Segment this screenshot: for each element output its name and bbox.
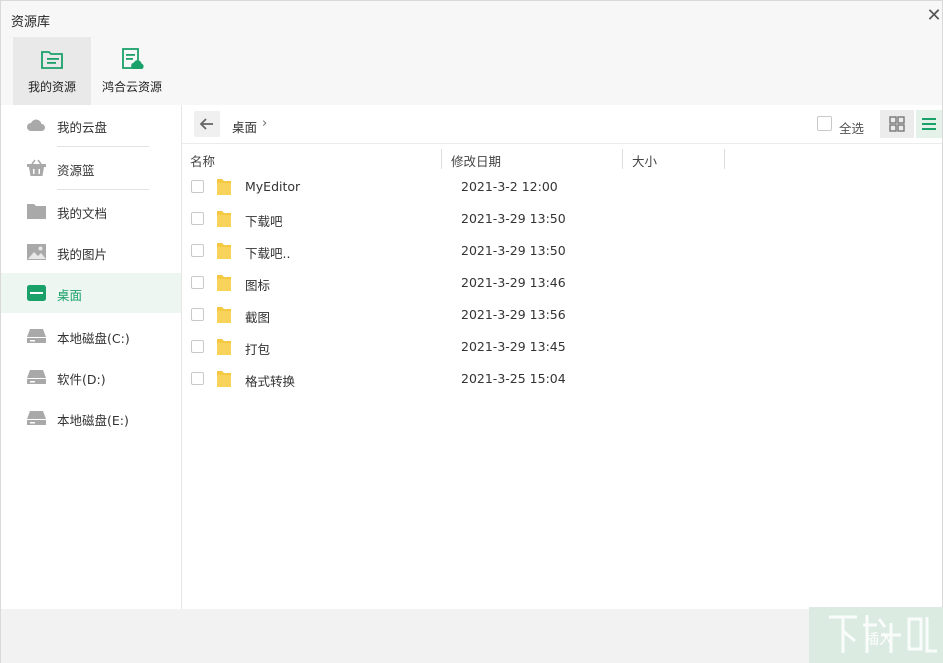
sidebar-item-cloud-disk[interactable]: 我的云盘 <box>1 105 181 145</box>
column-resizer[interactable] <box>724 149 725 169</box>
window-title: 资源库 <box>11 15 51 30</box>
table-row[interactable]: MyEditor 2021-3-2 12:00 <box>182 171 942 203</box>
row-checkbox[interactable] <box>191 276 204 289</box>
tab-honghe-cloud-label: 鸿合云资源 <box>101 80 162 94</box>
file-toolbar: 桌面 › 全选 <box>182 105 942 144</box>
drive-icon <box>27 411 46 425</box>
sidebar-item-drive-d[interactable]: 软件(D:) <box>1 357 181 397</box>
drive-icon <box>27 329 46 343</box>
sidebar-divider <box>57 189 149 190</box>
insert-label: 插入 <box>865 632 893 648</box>
table-row[interactable]: 下载吧.. 2021-3-29 13:50 <box>182 235 942 267</box>
checkbox-icon <box>817 116 832 131</box>
arrow-left-icon <box>199 118 213 130</box>
folder-icon <box>217 307 231 323</box>
sidebar-item-label: 我的文档 <box>57 206 108 221</box>
list-icon <box>922 118 936 130</box>
insert-button[interactable]: 插入 <box>809 607 943 663</box>
file-name: 格式转换 <box>245 374 296 389</box>
resource-library-window: 资源库 ✕ 我的资源 鸿合云资源 我的云盘 资源篮 我的文档 我的图片 桌面 本… <box>0 0 943 663</box>
sidebar-item-desktop[interactable]: 桌面 <box>1 273 181 313</box>
file-browser: 桌面 › 全选 名称 修改日期 大小 MyEditor 2021-3-2 12:… <box>182 105 942 609</box>
folder-icon <box>217 339 231 355</box>
table-header: 名称 修改日期 大小 <box>182 147 942 171</box>
sidebar: 我的云盘 资源篮 我的文档 我的图片 桌面 本地磁盘(C:) 软件(D:) 本地… <box>1 105 182 609</box>
file-date: 2021-3-29 13:45 <box>461 339 566 354</box>
cloud-icon <box>27 119 45 131</box>
image-icon <box>27 244 46 260</box>
table-row[interactable]: 下载吧 2021-3-29 13:50 <box>182 203 942 235</box>
column-header-date[interactable]: 修改日期 <box>451 151 501 170</box>
sidebar-item-basket[interactable]: 资源篮 <box>1 148 181 188</box>
drive-icon <box>27 370 46 384</box>
file-date: 2021-3-29 13:50 <box>461 211 566 226</box>
file-date: 2021-3-2 12:00 <box>461 179 558 194</box>
back-button[interactable] <box>194 111 220 137</box>
desktop-icon <box>27 285 46 301</box>
top-nav: 我的资源 鸿合云资源 <box>1 37 942 105</box>
folder-icon <box>27 204 46 219</box>
sidebar-item-label: 我的图片 <box>57 247 108 262</box>
table-row[interactable]: 图标 2021-3-29 13:46 <box>182 267 942 299</box>
file-name: 下载吧.. <box>245 246 291 261</box>
title-bar: 资源库 ✕ <box>1 1 942 37</box>
row-checkbox[interactable] <box>191 340 204 353</box>
sidebar-item-label: 本地磁盘(E:) <box>57 413 129 428</box>
sidebar-item-label: 我的云盘 <box>57 120 108 135</box>
tab-my-resources-label: 我的资源 <box>27 80 76 94</box>
row-checkbox[interactable] <box>191 372 204 385</box>
breadcrumb[interactable]: 桌面 <box>232 117 257 136</box>
file-name: 打包 <box>245 342 271 357</box>
folder-icon <box>217 243 231 259</box>
table-row[interactable]: 格式转换 2021-3-25 15:04 <box>182 363 942 395</box>
sidebar-item-label: 本地磁盘(C:) <box>57 331 130 346</box>
file-date: 2021-3-29 13:50 <box>461 243 566 258</box>
file-date: 2021-3-29 13:46 <box>461 275 566 290</box>
list-view-button[interactable] <box>916 110 942 138</box>
basket-icon <box>27 159 46 176</box>
tab-honghe-cloud[interactable]: 鸿合云资源 <box>93 37 171 105</box>
sidebar-divider <box>57 146 149 147</box>
sidebar-item-label: 桌面 <box>57 288 83 303</box>
column-resizer[interactable] <box>622 149 623 169</box>
cloud-doc-icon <box>122 48 144 69</box>
file-date: 2021-3-25 15:04 <box>461 371 566 386</box>
column-header-size[interactable]: 大小 <box>632 151 657 170</box>
folder-icon <box>217 211 231 227</box>
file-name: 图标 <box>245 278 271 293</box>
grid-icon <box>889 116 905 132</box>
sidebar-item-documents[interactable]: 我的文档 <box>1 191 181 231</box>
folder-icon <box>217 371 231 387</box>
grid-view-button[interactable] <box>880 110 914 138</box>
folder-list-icon <box>41 51 63 69</box>
row-checkbox[interactable] <box>191 212 204 225</box>
row-checkbox[interactable] <box>191 308 204 321</box>
file-date: 2021-3-29 13:56 <box>461 307 566 322</box>
sidebar-item-pictures[interactable]: 我的图片 <box>1 232 181 272</box>
table-row[interactable]: 打包 2021-3-29 13:45 <box>182 331 942 363</box>
footer <box>1 609 942 663</box>
column-header-name[interactable]: 名称 <box>190 151 215 170</box>
file-name: 下载吧 <box>245 214 283 229</box>
table-row[interactable]: 截图 2021-3-29 13:56 <box>182 299 942 331</box>
sidebar-item-label: 资源篮 <box>57 163 95 178</box>
folder-icon <box>217 179 231 195</box>
sidebar-item-label: 软件(D:) <box>57 372 106 387</box>
sidebar-item-drive-c[interactable]: 本地磁盘(C:) <box>1 316 181 356</box>
close-icon[interactable]: ✕ <box>926 6 942 26</box>
file-name: 截图 <box>245 310 271 325</box>
chevron-right-icon: › <box>262 116 268 131</box>
file-name: MyEditor <box>245 179 301 194</box>
tab-my-resources[interactable]: 我的资源 <box>13 37 91 105</box>
select-all-label: 全选 <box>839 121 865 136</box>
folder-icon <box>217 275 231 291</box>
row-checkbox[interactable] <box>191 180 204 193</box>
column-resizer[interactable] <box>441 149 442 169</box>
select-all-checkbox[interactable]: 全选 <box>817 116 877 136</box>
sidebar-item-drive-e[interactable]: 本地磁盘(E:) <box>1 398 181 438</box>
row-checkbox[interactable] <box>191 244 204 257</box>
